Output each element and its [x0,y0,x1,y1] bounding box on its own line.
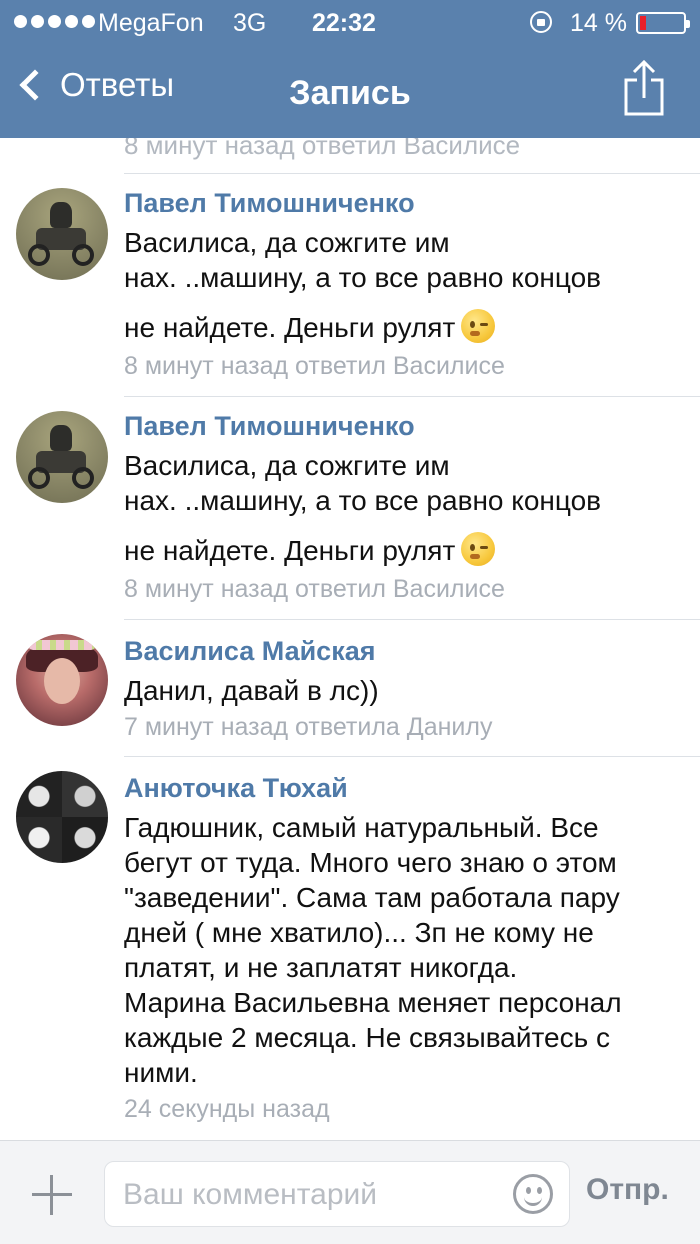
header: MegaFon 3G 22:32 14 % Ответы Запись [0,0,700,138]
comment-author[interactable]: Анюточка Тюхай [124,773,348,804]
plus-icon[interactable] [32,1175,72,1215]
comment-text: Данил, давай в лс)) [124,673,684,708]
comment-meta: 8 минут назад ответил Василисе [124,575,505,603]
comment-text-line: Марина Васильевна меняет персонал [124,987,622,1018]
network-type-label: 3G [233,9,267,37]
comment-text-line: нах. ..машину, а то все равно концов [124,485,602,516]
comment-item: Анюточка Тюхай Гадюшник, самый натуральн… [0,757,700,1137]
chevron-left-icon [19,69,51,101]
comment-text-line: ними. [124,1057,198,1088]
comment-text: Василиса, да сожгите им нах. ..машину, а… [124,448,684,568]
back-button-label: Ответы [60,66,175,103]
comment-field[interactable] [104,1161,570,1227]
back-button[interactable]: Ответы [14,66,174,104]
comment-text-line: нах. ..машину, а то все равно концов [124,262,602,293]
comment-text-line: не найдете. Деньги рулят [124,312,456,343]
comment-text-line: не найдете. Деньги рулят [124,535,456,566]
comment-composer: Отпр. [0,1140,700,1244]
comment-meta: 8 минут назад ответил Василисе [124,138,521,160]
comment-text-line: Гадюшник, самый натуральный. Все [124,812,599,843]
comment-text-line: каждые 2 месяца. Не связывайтесь с [124,1022,610,1053]
comment-text-line: бегут от туда. Много чего знаю о этом [124,847,617,878]
comment-text-line: дней ( мне хватило)... Зп не кому не [124,917,594,948]
comment-item: Павел Тимошниченко Василиса, да сожгите … [0,397,700,619]
comment-author[interactable]: Павел Тимошниченко [124,411,415,442]
carrier-label: MegaFon [98,9,204,37]
battery-percent: 14 % [570,9,627,37]
battery-icon [636,12,690,34]
signal-strength-icon [14,15,95,28]
comment-text-line: "заведении". Сама там работала пару [124,882,620,913]
navigation-bar: Ответы Запись [0,46,700,138]
share-button[interactable] [622,60,666,116]
smile-icon[interactable] [513,1174,553,1214]
comment-meta: 24 секунды назад [124,1095,330,1123]
comment-text: Гадюшник, самый натуральный. Все бегут о… [124,810,684,1090]
comment-author[interactable]: Василиса Майская [124,636,375,667]
comment-text-line: Данил, давай в лс)) [124,675,379,706]
comment-text-line: Василиса, да сожгите им [124,450,450,481]
comment-author[interactable]: Павел Тимошниченко [124,188,415,219]
send-button[interactable]: Отпр. [586,1173,669,1207]
comment-text: Василиса, да сожгите им нах. ..машину, а… [124,225,684,345]
avatar[interactable] [16,771,108,863]
comment-feed[interactable]: 8 минут назад ответил Василисе Павел Тим… [0,138,700,1138]
wink-emoji-icon [461,309,496,343]
comment-meta: 8 минут назад ответил Василисе [124,352,505,380]
avatar[interactable] [16,188,108,280]
comment-text-line: Василиса, да сожгите им [124,227,450,258]
comment-input[interactable] [121,1172,505,1218]
avatar[interactable] [16,634,108,726]
page-title-text: Запись [289,74,411,112]
comment-item: Павел Тимошниченко Василиса, да сожгите … [0,174,700,396]
comment-item: Василиса Майская Данил, давай в лс)) 7 м… [0,620,700,742]
status-bar: MegaFon 3G 22:32 14 % [0,0,700,46]
avatar[interactable] [16,411,108,503]
wink-emoji-icon [461,532,496,566]
clock: 22:32 [312,9,376,37]
rotation-lock-icon [530,11,552,33]
share-icon [624,60,664,116]
comment-meta: 7 минут назад ответила Данилу [124,713,493,741]
comment-text-line: платят, и не заплатят никогда. [124,952,518,983]
